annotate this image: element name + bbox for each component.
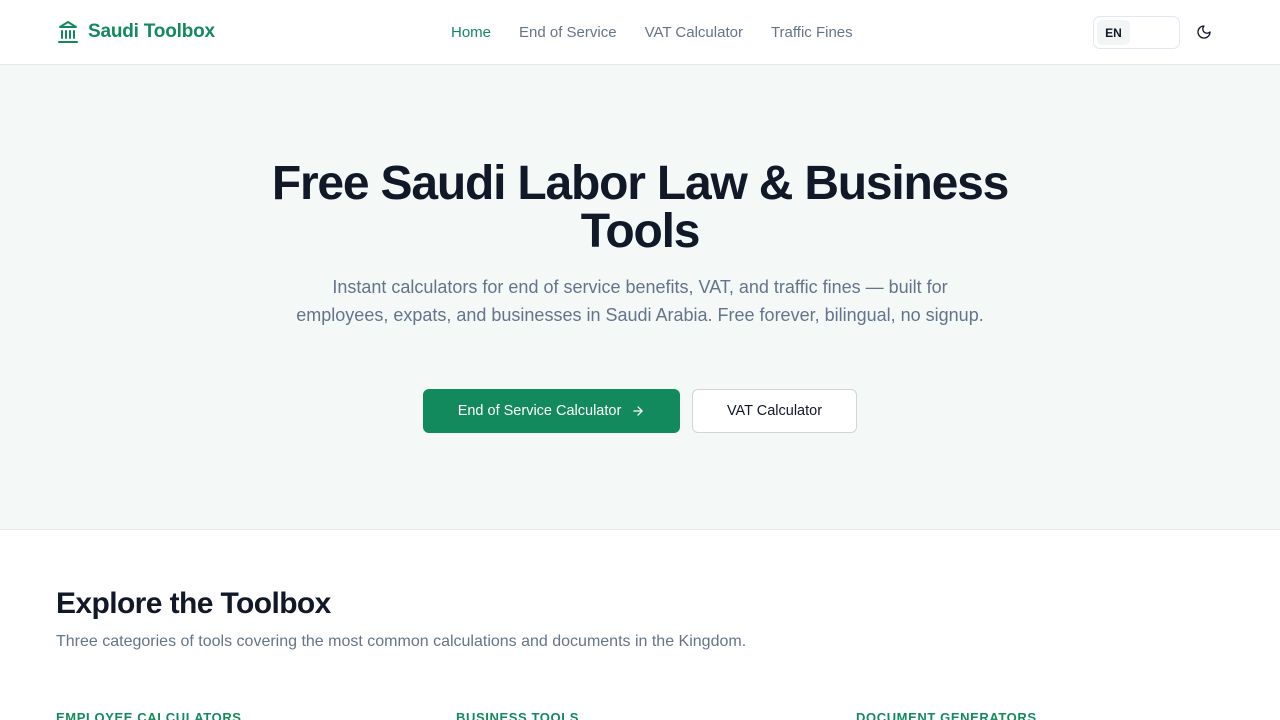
cta-label: VAT Calculator (726, 403, 823, 419)
hero-section: Free Saudi Labor Law & Business Tools In… (0, 65, 1280, 530)
category-document-generators: Document Generators (856, 710, 1037, 720)
theme-toggle-button[interactable] (1192, 20, 1216, 44)
hero-subtitle: Instant calculators for end of service b… (296, 277, 984, 325)
nav-end-of-service[interactable]: End of Service (519, 24, 617, 41)
hero-title: Free Saudi Labor Law & Business Tools (271, 157, 1010, 258)
explore-description: Three categories of tools covering the m… (56, 633, 747, 650)
brand-name: Saudi Toolbox (88, 21, 215, 42)
brand-logo-link[interactable]: Saudi Toolbox (56, 18, 215, 46)
arrow-right-icon (633, 406, 644, 416)
moon-icon (1197, 25, 1211, 39)
explore-title: Explore the Toolbox (56, 587, 331, 620)
landmark-icon (58, 21, 78, 43)
site-header: Saudi Toolbox Home End of Service VAT Ca… (0, 0, 1280, 65)
language-option-en[interactable]: EN (1097, 20, 1130, 45)
nav-vat-calculator[interactable]: VAT Calculator (645, 24, 743, 41)
main-nav: Home End of Service VAT Calculator Traff… (451, 22, 853, 42)
nav-home[interactable]: Home (451, 24, 491, 41)
end-of-service-cta-button[interactable]: End of Service Calculator (423, 389, 680, 433)
category-employee-calculators: Employee Calculators (56, 710, 242, 720)
vat-calculator-cta-button[interactable]: VAT Calculator (692, 389, 857, 433)
cta-label: End of Service Calculator (457, 403, 622, 419)
language-switcher[interactable]: EN (1093, 16, 1180, 49)
category-business-tools: Business Tools (456, 710, 580, 720)
nav-traffic-fines[interactable]: Traffic Fines (771, 24, 853, 41)
